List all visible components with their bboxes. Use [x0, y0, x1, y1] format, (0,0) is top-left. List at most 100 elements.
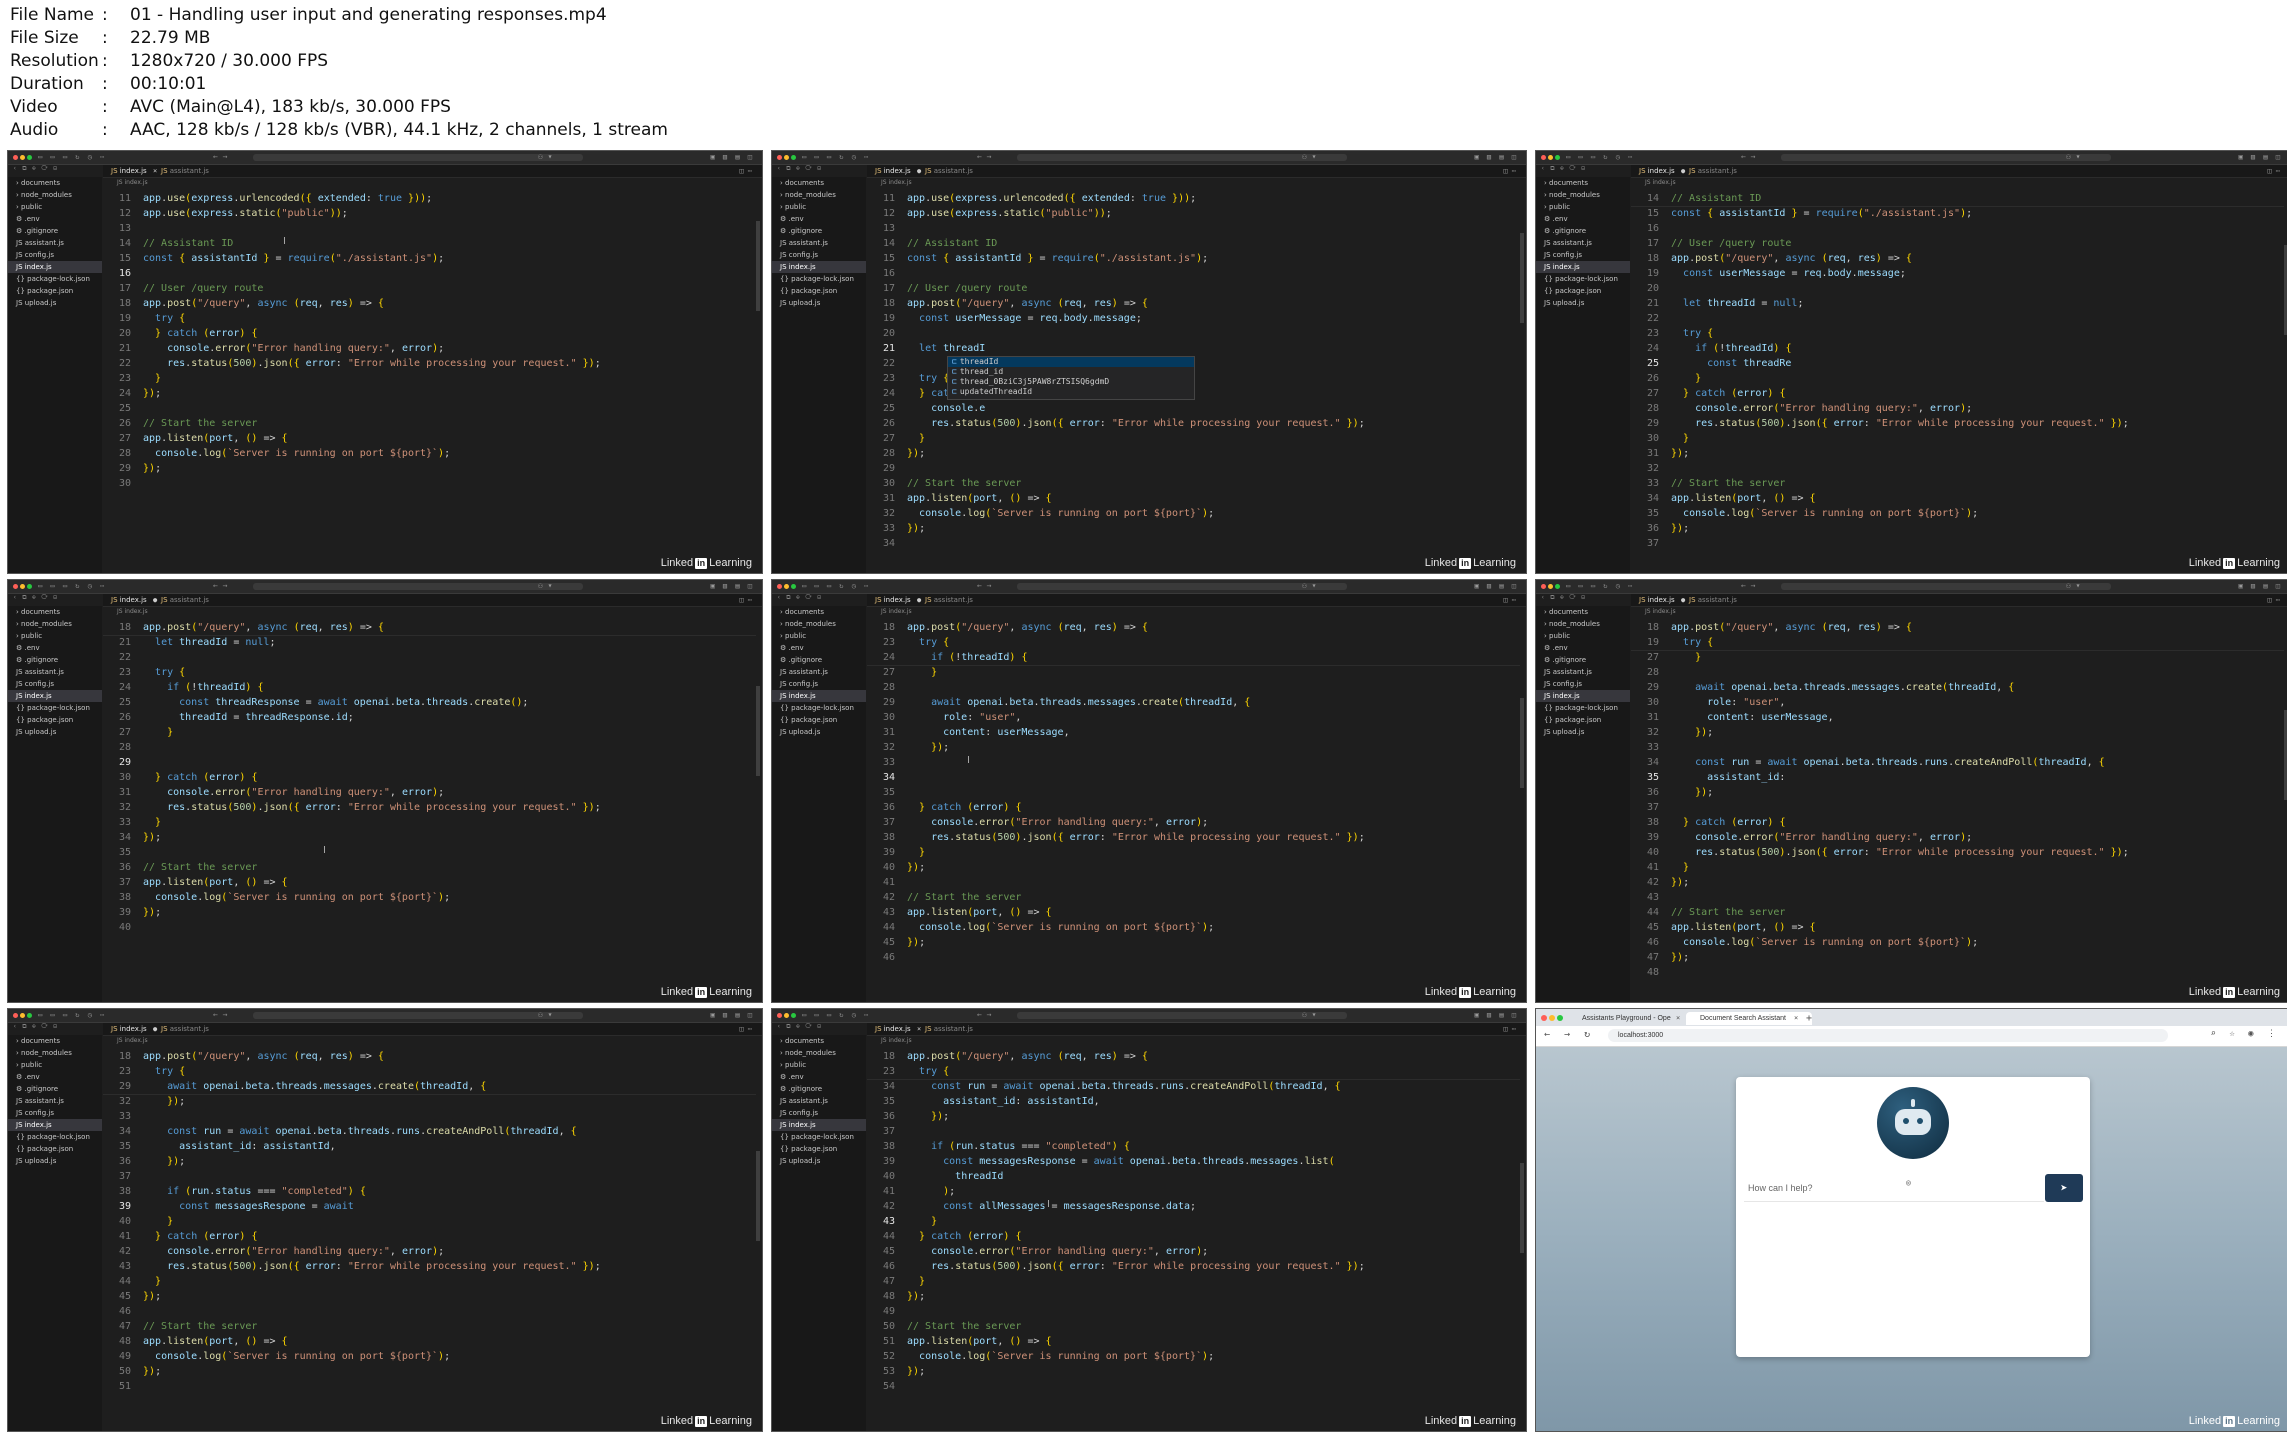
maximize-window-button[interactable]	[1557, 1015, 1563, 1021]
explorer-item[interactable]: JS assistant.js	[772, 1095, 866, 1107]
unsaved-dot-icon[interactable]: ●	[1681, 165, 1685, 177]
maximize-window-button[interactable]	[27, 1013, 32, 1018]
layout-toggle-icons[interactable]: ▣ ▥ ▤ ◫	[710, 582, 754, 590]
address-bar[interactable]: localhost:3000	[1608, 1029, 2168, 1042]
split-editor-icons[interactable]: ◫ ⋯	[739, 1023, 752, 1035]
explorer-item[interactable]: {} package-lock.json	[772, 1131, 866, 1143]
command-search-input[interactable]	[253, 1012, 583, 1019]
explorer-item[interactable]: JS assistant.js	[1536, 237, 1630, 249]
autocomplete-item[interactable]: ⊏ updatedThreadId	[948, 387, 1194, 397]
close-window-button[interactable]	[777, 155, 782, 160]
explorer-item[interactable]: ⚙ .env	[772, 642, 866, 654]
editor-tab[interactable]: JS index.js	[111, 594, 147, 606]
command-search-input[interactable]	[1017, 583, 1347, 590]
minimize-window-button[interactable]	[20, 584, 25, 589]
explorer-item[interactable]: ⚙ .env	[8, 1071, 102, 1083]
code-editor[interactable]: 11 app.use(express.urlencoded({ extended:…	[103, 191, 756, 573]
unsaved-dot-icon[interactable]: ●	[153, 594, 157, 606]
editor-scrollbar[interactable]	[1520, 698, 1524, 788]
explorer-item[interactable]: JS config.js	[772, 678, 866, 690]
explorer-item[interactable]: › documents	[772, 606, 866, 618]
code-editor[interactable]: 18 app.post("/query", async (req, res) =>…	[867, 620, 1520, 1002]
split-editor-icons[interactable]: ◫ ⋯	[2267, 165, 2280, 177]
explorer-item[interactable]: {} package-lock.json	[772, 273, 866, 285]
explorer-item[interactable]: ⚙ .env	[8, 213, 102, 225]
explorer-item[interactable]: › node_modules	[772, 189, 866, 201]
maximize-window-button[interactable]	[27, 584, 32, 589]
minimize-window-button[interactable]	[20, 155, 25, 160]
explorer-item[interactable]: › documents	[8, 177, 102, 189]
close-window-button[interactable]	[13, 155, 18, 160]
explorer-item[interactable]: ⚙ .env	[1536, 213, 1630, 225]
maximize-window-button[interactable]	[27, 155, 32, 160]
explorer-item[interactable]: › documents	[1536, 177, 1630, 189]
explorer-item[interactable]: JS assistant.js	[772, 666, 866, 678]
command-search-input[interactable]	[1781, 583, 2111, 590]
close-window-button[interactable]	[13, 584, 18, 589]
explorer-item[interactable]: ⚙ .gitignore	[772, 225, 866, 237]
explorer-item[interactable]: JS upload.js	[1536, 297, 1630, 309]
minimize-window-button[interactable]	[20, 1013, 25, 1018]
explorer-item[interactable]: JS upload.js	[1536, 726, 1630, 738]
editor-tab[interactable]: JS index.js	[875, 1023, 911, 1035]
split-editor-icons[interactable]: ◫ ⋯	[739, 594, 752, 606]
maximize-window-button[interactable]	[791, 1013, 796, 1018]
nav-arrows-icon[interactable]: ← →	[977, 152, 991, 161]
close-window-button[interactable]	[1541, 1015, 1547, 1021]
editor-scrollbar[interactable]	[756, 1151, 760, 1241]
explorer-item[interactable]: ⚙ .env	[772, 1071, 866, 1083]
explorer-item[interactable]: {} package-lock.json	[1536, 702, 1630, 714]
send-button[interactable]: ➤	[2045, 1174, 2083, 1202]
new-tab-icon[interactable]: +	[1806, 1012, 1812, 1025]
editor-tab[interactable]: JS index.js	[875, 165, 911, 177]
explorer-item[interactable]: JS upload.js	[772, 1155, 866, 1167]
explorer-item[interactable]: JS index.js	[8, 1119, 102, 1131]
nav-arrows-icon[interactable]: ← →	[977, 1010, 991, 1019]
code-editor[interactable]: 14 // Assistant ID 15 const { assistantId }…	[1631, 191, 2284, 573]
editor-scrollbar[interactable]	[756, 686, 760, 776]
explorer-item[interactable]: › documents	[8, 606, 102, 618]
explorer-item[interactable]: ⚙ .env	[1536, 642, 1630, 654]
unsaved-dot-icon[interactable]: ●	[917, 594, 921, 606]
editor-scrollbar[interactable]	[1520, 233, 1524, 323]
code-editor[interactable]: 18 app.post("/query", async (req, res) =>…	[103, 1049, 756, 1431]
explorer-item[interactable]: › documents	[772, 1035, 866, 1047]
layout-toggle-icons[interactable]: ▣ ▥ ▤ ◫	[710, 1011, 754, 1019]
tab-close-icon[interactable]: ×	[1676, 1012, 1680, 1025]
explorer-item[interactable]: › node_modules	[1536, 618, 1630, 630]
explorer-item[interactable]: ⚙ .gitignore	[1536, 654, 1630, 666]
explorer-item[interactable]: › public	[772, 630, 866, 642]
explorer-item[interactable]: JS config.js	[1536, 249, 1630, 261]
code-editor[interactable]: 18 app.post("/query", async (req, res) =>…	[1631, 620, 2284, 1002]
close-window-button[interactable]	[1541, 155, 1546, 160]
explorer-item[interactable]: {} package.json	[772, 1143, 866, 1155]
explorer-item[interactable]: {} package.json	[772, 285, 866, 297]
maximize-window-button[interactable]	[791, 584, 796, 589]
nav-arrows-icon[interactable]: ← →	[977, 581, 991, 590]
explorer-item[interactable]: JS upload.js	[772, 726, 866, 738]
close-icon[interactable]: ×	[153, 165, 157, 177]
explorer-item[interactable]: {} package.json	[8, 285, 102, 297]
explorer-item[interactable]: {} package-lock.json	[8, 273, 102, 285]
maximize-window-button[interactable]	[791, 155, 796, 160]
nav-arrows-icon[interactable]: ← →	[213, 1010, 227, 1019]
explorer-item[interactable]: JS config.js	[1536, 678, 1630, 690]
editor-tab[interactable]: JS assistant.js	[1689, 165, 1737, 177]
chat-input[interactable]: How can I help?	[1744, 1174, 2044, 1202]
explorer-item[interactable]: JS assistant.js	[8, 1095, 102, 1107]
unsaved-dot-icon[interactable]: ●	[1681, 594, 1685, 606]
explorer-item[interactable]: JS upload.js	[8, 1155, 102, 1167]
explorer-item[interactable]: JS upload.js	[8, 297, 102, 309]
explorer-item[interactable]: JS index.js	[1536, 261, 1630, 273]
browser-nav-icons[interactable]: ← → ↻	[1544, 1029, 1594, 1040]
command-search-input[interactable]	[1017, 1012, 1347, 1019]
explorer-item[interactable]: › node_modules	[772, 1047, 866, 1059]
autocomplete-item[interactable]: ⊏ threadId	[948, 357, 1194, 367]
explorer-item[interactable]: › documents	[1536, 606, 1630, 618]
editor-scrollbar[interactable]	[1520, 1163, 1524, 1253]
explorer-item[interactable]: JS upload.js	[8, 726, 102, 738]
close-window-button[interactable]	[13, 1013, 18, 1018]
split-editor-icons[interactable]: ◫ ⋯	[1503, 165, 1516, 177]
explorer-item[interactable]: {} package-lock.json	[8, 702, 102, 714]
explorer-item[interactable]: › node_modules	[772, 618, 866, 630]
